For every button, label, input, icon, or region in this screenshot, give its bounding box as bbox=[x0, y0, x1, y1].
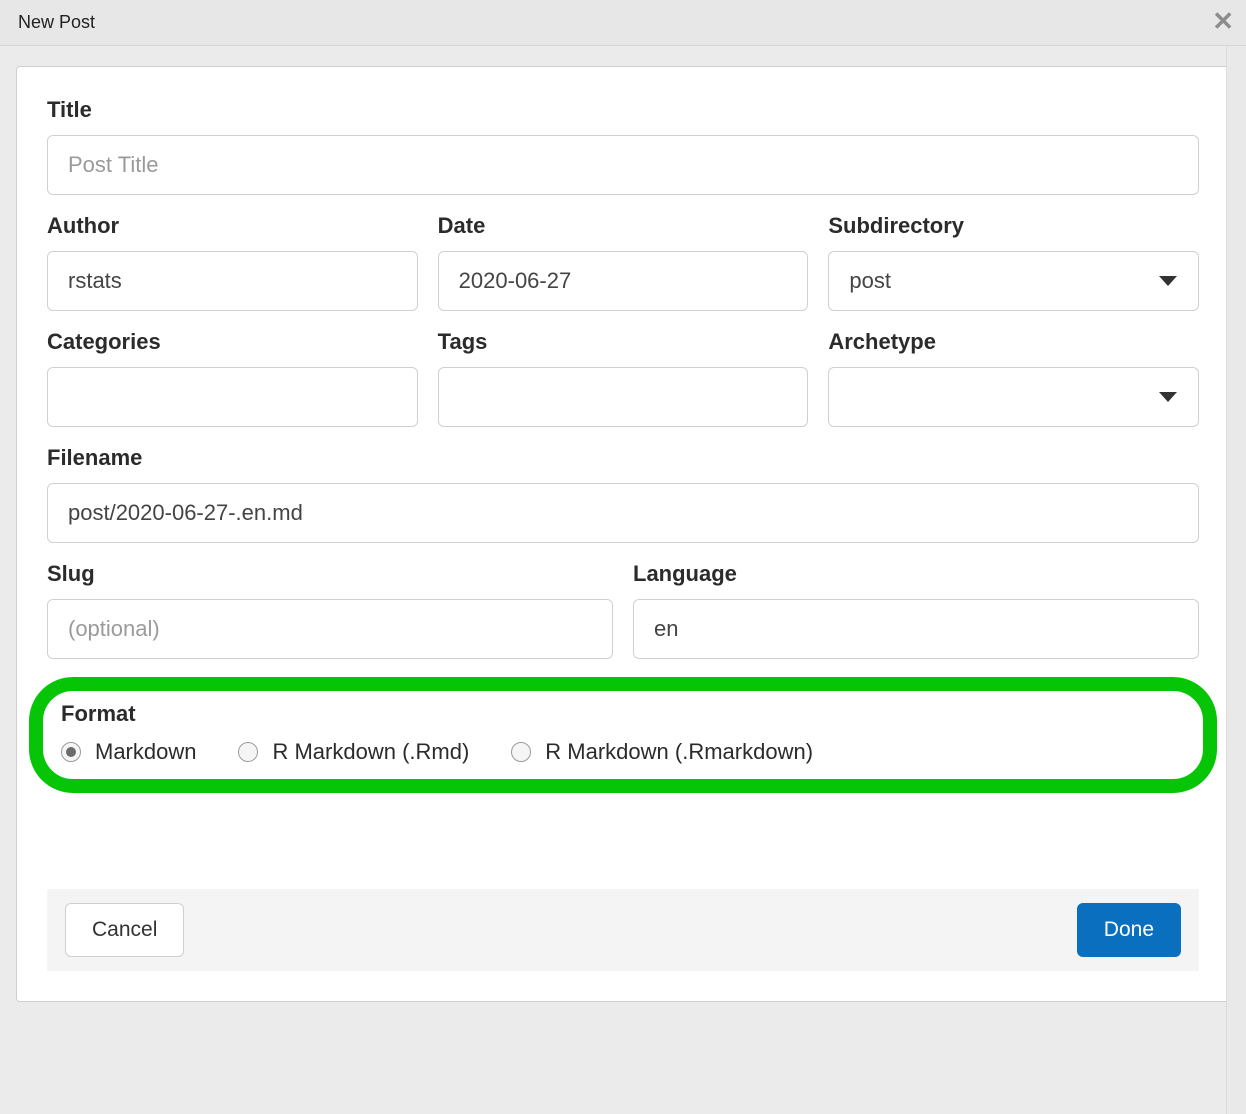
filename-label: Filename bbox=[47, 445, 1199, 471]
format-option-rmarkdown[interactable]: R Markdown (.Rmarkdown) bbox=[511, 739, 813, 765]
title-input[interactable] bbox=[47, 135, 1199, 195]
subdirectory-select[interactable] bbox=[828, 251, 1199, 311]
dialog-footer: Cancel Done bbox=[47, 889, 1199, 971]
tags-input[interactable] bbox=[438, 367, 809, 427]
dialog-titlebar: New Post ✕ bbox=[0, 0, 1246, 46]
categories-label: Categories bbox=[47, 329, 418, 355]
radio-icon bbox=[61, 742, 81, 762]
author-input[interactable] bbox=[47, 251, 418, 311]
format-highlight: Format Markdown R Markdown (.Rmd) R Mark… bbox=[29, 677, 1217, 793]
categories-input[interactable] bbox=[47, 367, 418, 427]
date-input[interactable] bbox=[438, 251, 809, 311]
close-icon[interactable]: ✕ bbox=[1212, 8, 1234, 34]
format-option-rmd[interactable]: R Markdown (.Rmd) bbox=[238, 739, 469, 765]
archetype-select[interactable] bbox=[828, 367, 1199, 427]
author-label: Author bbox=[47, 213, 418, 239]
archetype-label: Archetype bbox=[828, 329, 1199, 355]
format-radio-group: Markdown R Markdown (.Rmd) R Markdown (.… bbox=[61, 739, 1185, 765]
format-option-label: R Markdown (.Rmd) bbox=[272, 739, 469, 765]
language-label: Language bbox=[633, 561, 1199, 587]
format-option-label: Markdown bbox=[95, 739, 196, 765]
title-label: Title bbox=[47, 97, 1199, 123]
radio-icon bbox=[511, 742, 531, 762]
format-label: Format bbox=[61, 701, 1185, 727]
cancel-button[interactable]: Cancel bbox=[65, 903, 184, 957]
done-button[interactable]: Done bbox=[1077, 903, 1181, 957]
radio-icon bbox=[238, 742, 258, 762]
filename-input[interactable] bbox=[47, 483, 1199, 543]
dialog-title: New Post bbox=[18, 12, 95, 33]
date-label: Date bbox=[438, 213, 809, 239]
scrollbar-track[interactable] bbox=[1226, 46, 1246, 1114]
format-option-markdown[interactable]: Markdown bbox=[61, 739, 196, 765]
dialog-panel: Title Author Date Subdirectory Categorie… bbox=[16, 66, 1230, 1002]
slug-input[interactable] bbox=[47, 599, 613, 659]
language-input[interactable] bbox=[633, 599, 1199, 659]
subdirectory-label: Subdirectory bbox=[828, 213, 1199, 239]
tags-label: Tags bbox=[438, 329, 809, 355]
slug-label: Slug bbox=[47, 561, 613, 587]
format-option-label: R Markdown (.Rmarkdown) bbox=[545, 739, 813, 765]
